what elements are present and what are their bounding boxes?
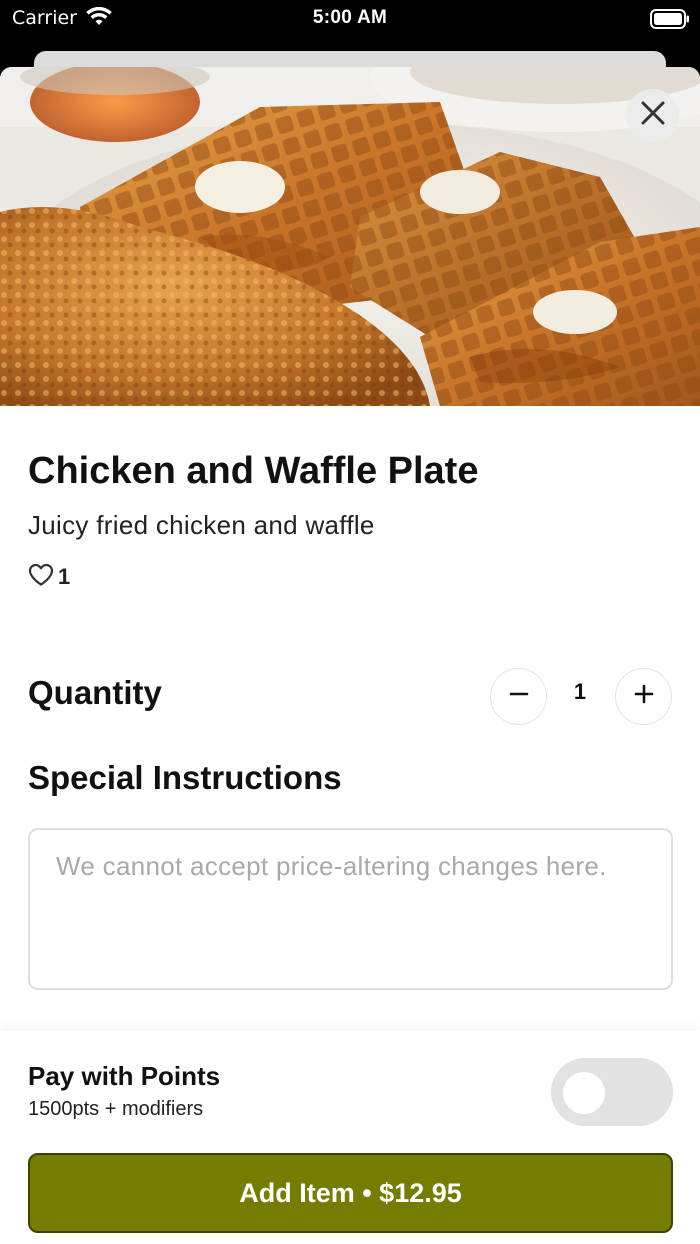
plus-icon [634, 684, 654, 709]
close-button[interactable] [626, 89, 679, 142]
status-time: 5:00 AM [312, 7, 388, 28]
heart-icon [28, 563, 54, 592]
item-title: Chicken and Waffle Plate [28, 450, 479, 492]
quantity-label: Quantity [28, 674, 162, 711]
status-bar: Carrier 5:00 AM [0, 0, 700, 40]
pay-with-points-toggle[interactable] [551, 1058, 673, 1126]
special-instructions-input[interactable] [28, 828, 673, 990]
close-icon [640, 100, 666, 131]
points-cost-label: 1500pts + modifiers [28, 1098, 204, 1120]
quantity-value: 1 [573, 679, 587, 704]
add-item-button[interactable]: Add Item • $12.95 [28, 1153, 673, 1233]
item-photo [0, 67, 700, 406]
decrement-button[interactable] [490, 668, 547, 725]
battery-icon [650, 9, 690, 34]
item-description: Juicy fried chicken and waffle [28, 510, 375, 540]
special-instructions-label: Special Instructions [28, 759, 342, 796]
increment-button[interactable] [615, 668, 672, 725]
minus-icon [509, 684, 529, 709]
pay-with-points-label: Pay with Points [28, 1061, 221, 1091]
like-button[interactable]: 1 [28, 563, 70, 591]
checkout-footer: Pay with Points 1500pts + modifiers Add … [0, 1031, 700, 1244]
toggle-knob [563, 1072, 605, 1114]
like-count: 1 [58, 564, 71, 589]
item-detail-sheet: Chicken and Waffle Plate Juicy fried chi… [0, 67, 700, 1244]
